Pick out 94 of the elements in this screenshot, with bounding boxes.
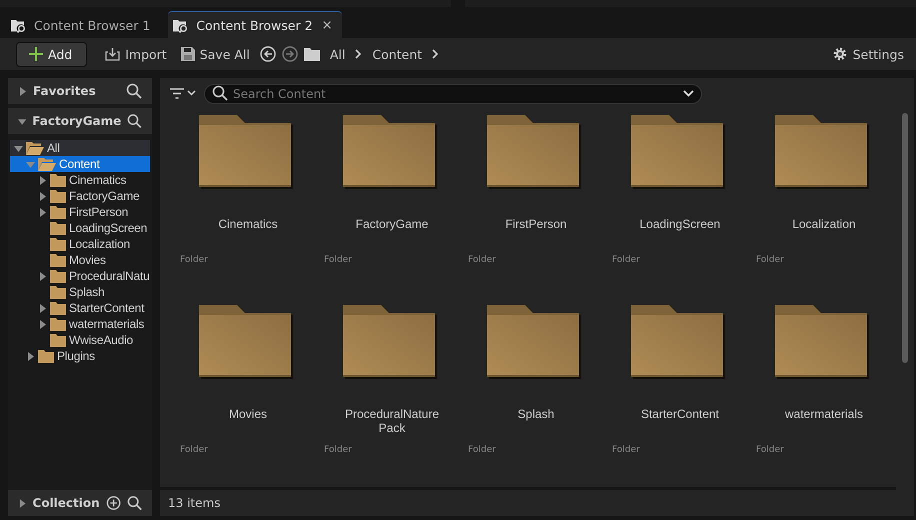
tree-item[interactable]: LoadingScreen: [10, 220, 150, 236]
tree-item[interactable]: Content: [10, 156, 150, 172]
folder-name: ProceduralNature Pack: [344, 407, 440, 437]
collapsed-arrow-icon[interactable]: [18, 498, 27, 508]
search-icon[interactable]: [212, 85, 228, 101]
asset-type-label: Folder: [180, 445, 208, 455]
folder-icon: [50, 286, 66, 298]
section-header[interactable]: Favorites: [8, 78, 152, 104]
search-icon[interactable]: [127, 113, 142, 129]
breadcrumb-link[interactable]: Content: [368, 44, 426, 64]
asset-type-label: Folder: [612, 255, 640, 265]
import-button[interactable]: Import: [101, 44, 171, 64]
tree-item[interactable]: Cinematics: [10, 172, 150, 188]
scrollbar-thumb[interactable]: [902, 113, 908, 363]
collapsed-arrow-icon[interactable]: [18, 86, 27, 96]
folder-icon: [50, 270, 66, 282]
caret-icon[interactable]: [683, 90, 694, 97]
folder-name: FactoryGame: [354, 217, 430, 233]
add-circle-icon[interactable]: [106, 495, 121, 511]
tree-item[interactable]: All: [10, 140, 150, 156]
folder-icon: [38, 350, 54, 362]
folder-tile[interactable]: Localization Folder: [752, 115, 896, 295]
settings-button[interactable]: Settings: [828, 43, 908, 65]
tree-item[interactable]: Splash: [10, 284, 150, 300]
folder-icon: [50, 190, 66, 202]
folder-tile[interactable]: Cinematics Folder: [176, 115, 320, 295]
folder-icon: [304, 48, 320, 60]
tab[interactable]: Content Browser 2 ×: [168, 11, 342, 38]
settings-icon: [832, 46, 848, 62]
import-icon: [105, 47, 120, 61]
expanded-arrow-icon[interactable]: [18, 116, 26, 126]
folder-icon: [50, 334, 66, 346]
tree-item[interactable]: StarterContent: [10, 300, 150, 316]
add-button[interactable]: Add: [16, 42, 88, 66]
tree-item[interactable]: WwiseAudio: [10, 332, 150, 348]
folder-tile[interactable]: FirstPerson Folder: [464, 115, 608, 295]
tree-item[interactable]: Movies: [10, 252, 150, 268]
folder-name: FirstPerson: [504, 217, 568, 233]
filter-icon: [170, 88, 184, 98]
folder-name: Localization: [791, 217, 857, 233]
open-folder-icon: [26, 142, 44, 154]
folder-tile[interactable]: FactoryGame Folder: [320, 115, 464, 295]
folder-tile[interactable]: LoadingScreen Folder: [608, 115, 752, 295]
folder-name: LoadingScreen: [638, 217, 722, 233]
asset-type-label: Folder: [756, 445, 784, 455]
folder-tile[interactable]: Movies Folder: [176, 305, 320, 485]
asset-type-label: Folder: [468, 255, 496, 265]
asset-type-label: Folder: [468, 445, 496, 455]
open-folder-icon: [38, 158, 56, 170]
breadcrumb-link[interactable]: All: [326, 44, 350, 64]
folder-search-icon: [172, 18, 190, 32]
asset-type-label: Folder: [324, 445, 352, 455]
tree-item[interactable]: watermaterials: [10, 316, 150, 332]
tree-item[interactable]: Localization: [10, 236, 150, 252]
folder-name: Cinematics: [217, 217, 279, 233]
tree-item[interactable]: FirstPerson: [10, 204, 150, 220]
save-all-button[interactable]: Save All: [176, 44, 254, 64]
tab[interactable]: Content Browser 1: [6, 12, 160, 38]
folder-search-icon: [10, 18, 27, 32]
folder-tile[interactable]: ProceduralNature Pack Folder: [320, 305, 464, 485]
folder-icon: [50, 206, 66, 218]
tree-item[interactable]: Plugins: [10, 348, 150, 364]
caret-icon: [187, 90, 196, 96]
asset-type-label: Folder: [324, 255, 352, 265]
section-header[interactable]: FactoryGame: [8, 108, 152, 134]
collapsed-arrow-icon[interactable]: [26, 352, 35, 360]
folder-tile[interactable]: StarterContent Folder: [608, 305, 752, 485]
asset-type-label: Folder: [180, 255, 208, 265]
chevron-icon[interactable]: [355, 49, 362, 59]
folder-name: Splash: [516, 407, 556, 423]
tree-item[interactable]: ProceduralNatu: [10, 268, 150, 284]
search-field[interactable]: Search Content: [204, 84, 702, 104]
search-icon[interactable]: [126, 495, 142, 511]
folder-tile[interactable]: Splash Folder: [464, 305, 608, 485]
tree-item[interactable]: FactoryGame: [10, 188, 150, 204]
folder-icon: [50, 302, 66, 314]
search-icon[interactable]: [126, 83, 142, 99]
folder-name: watermaterials: [784, 407, 864, 423]
folder-tile[interactable]: watermaterials Folder: [752, 305, 896, 485]
asset-type-label: Folder: [756, 255, 784, 265]
folder-icon: [50, 254, 66, 266]
item-count: 13 items: [167, 495, 222, 512]
folder-name: Movies: [228, 407, 268, 423]
folder-icon: [50, 238, 66, 250]
filter-button[interactable]: [170, 88, 196, 98]
plus-icon: [29, 47, 43, 61]
collapsed-arrow-icon[interactable]: [38, 272, 47, 280]
folder-icon: [50, 222, 66, 234]
close-button[interactable]: ×: [322, 18, 332, 32]
folder-name: StarterContent: [640, 407, 720, 423]
folder-icon: [50, 318, 66, 330]
chevron-icon[interactable]: [432, 49, 440, 59]
section-header[interactable]: Collection: [8, 490, 152, 516]
asset-type-label: Folder: [612, 445, 640, 455]
